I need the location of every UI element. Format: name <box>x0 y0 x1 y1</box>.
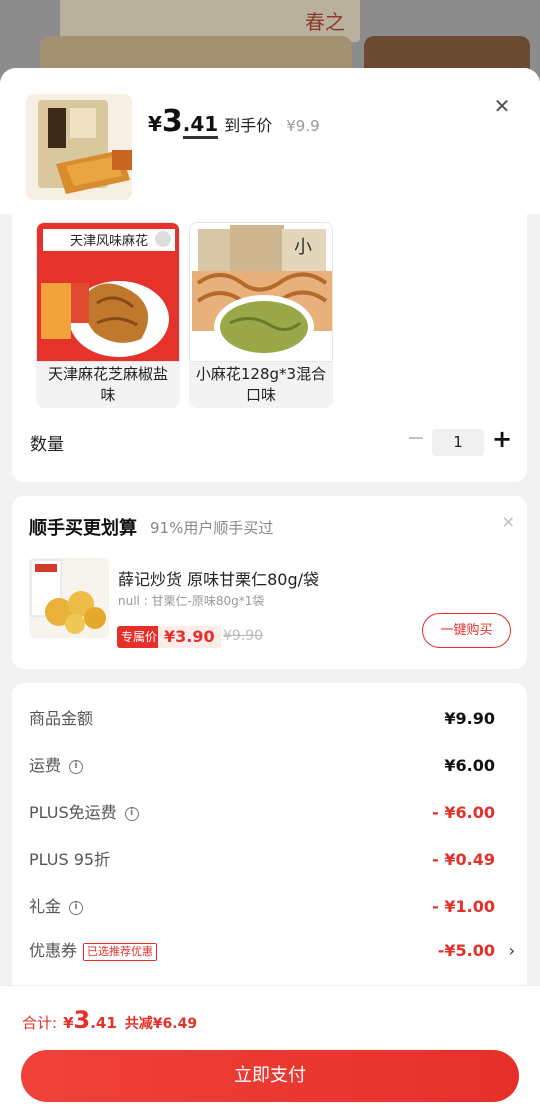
addon-close-icon[interactable]: × <box>502 512 515 531</box>
total-savings: 共减¥6.49 <box>124 1016 198 1032</box>
quantity-plus-button[interactable]: + <box>490 425 514 453</box>
addon-subtitle: 91%用户顺手买过 <box>150 519 274 537</box>
option-item[interactable]: 天津风味麻花 天津麻花芝麻椒盐味 <box>36 222 180 408</box>
addon-product-spec: null : 甘栗仁-原味80g*1袋 <box>118 594 265 608</box>
chevron-right-icon[interactable]: › <box>509 936 515 966</box>
purchase-sheet: ¥ 3 .41 到手价 ¥9.9 ✕ 天津风味麻花 天津麻花芝麻椒盐味 小 小麻… <box>0 68 540 1107</box>
close-icon[interactable]: ✕ <box>490 94 514 118</box>
summary-label: 优惠券 <box>29 941 78 960</box>
summary-row-plus-free-shipping: PLUS免运费 i - ¥6.00 <box>29 798 515 828</box>
option-image: 小 <box>189 222 333 362</box>
total-decimal: .41 <box>90 1014 117 1032</box>
options-card: 天津风味麻花 天津麻花芝麻椒盐味 小 小麻花128g*3混合口味 数量 − 1 … <box>12 214 527 482</box>
quantity-label: 数量 <box>30 435 64 455</box>
summary-value: -¥5.00 <box>437 941 495 960</box>
product-thumbnail <box>26 94 132 200</box>
info-icon[interactable]: i <box>124 806 139 821</box>
checkout-bar: 合计: ¥ 3 .41 共减¥6.49 立即支付 <box>0 985 540 1107</box>
summary-value: ¥6.00 <box>444 756 495 775</box>
option-image: 天津风味麻花 <box>36 222 180 362</box>
one-click-buy-button[interactable]: 一键购买 <box>422 613 511 648</box>
total-label: 合计: <box>22 1014 58 1032</box>
option-label: 小麻花128g*3混合口味 <box>195 365 327 404</box>
addon-product-name[interactable]: 薛记炒货 原味甘栗仁80g/袋 <box>118 566 319 590</box>
info-icon[interactable]: i <box>69 900 84 915</box>
coupon-tag: 已选推荐优惠 <box>83 942 158 961</box>
summary-row-coupon[interactable]: 优惠券 已选推荐优惠 -¥5.00 › <box>29 936 515 966</box>
summary-label-wrap: 礼金 i <box>29 892 84 922</box>
addon-price: ¥3.90 <box>158 626 221 648</box>
total-row: 合计: ¥ 3 .41 共减¥6.49 <box>22 1006 197 1034</box>
price-summary: 商品金额 ¥9.90 运费 i ¥6.00 PLUS免运费 i - ¥6.00 PL… <box>12 683 527 993</box>
addon-product-image[interactable] <box>29 558 109 638</box>
summary-row-subtotal: 商品金额 ¥9.90 <box>29 704 515 734</box>
quantity-minus-button[interactable]: − <box>404 426 428 451</box>
price-decimal: .41 <box>182 112 219 139</box>
summary-label: PLUS 95折 <box>29 850 111 869</box>
summary-value: - ¥0.49 <box>432 850 495 869</box>
addon-original-price: ¥9.90 <box>223 628 264 644</box>
summary-label: PLUS免运费 <box>29 803 117 822</box>
option-package-text: 天津风味麻花 <box>70 233 148 248</box>
option-label: 天津麻花芝麻椒盐味 <box>47 365 168 404</box>
summary-label: 礼金 <box>29 897 62 916</box>
summary-label: 运费 <box>29 756 62 775</box>
product-header: ¥ 3 .41 到手价 ¥9.9 ✕ <box>0 68 540 262</box>
quantity-input[interactable]: 1 <box>432 429 484 456</box>
price-currency: ¥ <box>148 112 162 136</box>
summary-label-wrap: 优惠券 已选推荐优惠 <box>29 936 158 966</box>
summary-row-gift-money: 礼金 i - ¥1.00 <box>29 892 515 922</box>
original-price: ¥9.9 <box>286 117 320 135</box>
addon-price-badge: 专属价 <box>117 626 162 648</box>
info-icon[interactable]: i <box>69 759 84 774</box>
summary-value: - ¥6.00 <box>432 803 495 822</box>
total-currency: ¥ <box>63 1014 74 1032</box>
summary-label-wrap: PLUS免运费 i <box>29 798 139 828</box>
price-row: ¥ 3 .41 到手价 ¥9.9 <box>148 104 320 139</box>
pay-now-button[interactable]: 立即支付 <box>21 1050 519 1102</box>
summary-value: - ¥1.00 <box>432 897 495 916</box>
summary-label: 商品金额 <box>29 709 94 728</box>
option-package-text: 小 <box>294 237 312 257</box>
summary-row-plus-discount: PLUS 95折 - ¥0.49 <box>29 845 515 875</box>
summary-row-shipping: 运费 i ¥6.00 <box>29 751 515 781</box>
option-item[interactable]: 小 小麻花128g*3混合口味 <box>189 222 333 408</box>
summary-value: ¥9.90 <box>444 709 495 728</box>
total-integer: 3 <box>73 1006 91 1034</box>
addon-title: 顺手买更划算 <box>29 518 137 539</box>
price-suffix: 到手价 <box>224 116 273 135</box>
price-integer: 3 <box>161 104 183 139</box>
summary-label-wrap: 运费 i <box>29 751 84 781</box>
addon-card: 顺手买更划算 91%用户顺手买过 × 薛记炒货 原味甘栗仁80g/袋 null … <box>12 496 527 669</box>
